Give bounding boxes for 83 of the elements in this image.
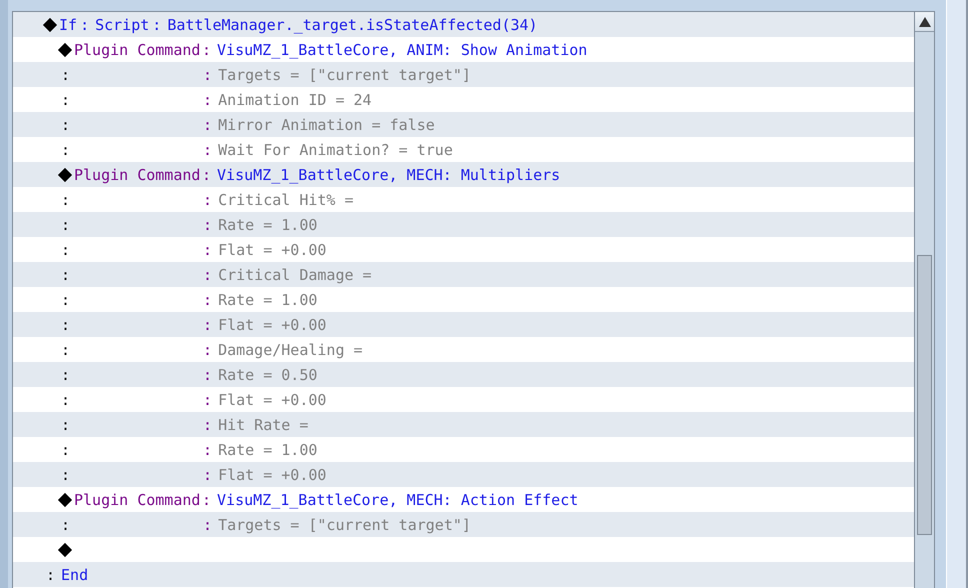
scrollbar-thumb[interactable] — [917, 255, 932, 535]
colon-separator: : — [61, 340, 70, 358]
parameter-text: Flat = +0.00 — [218, 390, 326, 408]
list-row[interactable]: : : Flat = +0.00 — [13, 312, 915, 337]
vertical-scrollbar[interactable] — [914, 11, 935, 588]
list-row[interactable]: If : Script : BattleManager._target.isStateAffected(34) — [13, 12, 915, 37]
list-row[interactable]: : : Mirror Animation = false — [13, 112, 915, 137]
colon-separator: : — [61, 390, 70, 408]
parameter-text: Rate = 1.00 — [218, 216, 318, 234]
colon-separator: : — [203, 516, 212, 534]
command-name: Plugin Command — [74, 490, 200, 508]
colon-separator: : — [46, 566, 56, 584]
colon-separator: : — [61, 240, 70, 258]
up-arrow-icon — [918, 16, 930, 26]
list-row[interactable]: : : Targets = ["current target"] — [13, 512, 915, 537]
colon-separator: : — [203, 390, 212, 408]
colon-separator: : — [202, 490, 212, 508]
colon-separator: : — [203, 116, 212, 134]
colon-separator: : — [203, 316, 212, 334]
list-row[interactable]: : : Critical Damage = — [13, 262, 915, 287]
colon-separator: : — [203, 290, 212, 308]
colon-separator: : — [61, 266, 70, 284]
list-row[interactable]: : : Targets = ["current target"] — [13, 62, 915, 87]
list-row[interactable]: : End — [13, 562, 915, 587]
colon-separator: : — [61, 216, 70, 234]
parameter-text: Hit Rate = — [218, 416, 308, 434]
colon-separator: : — [202, 40, 212, 58]
colon-separator: : — [203, 90, 212, 108]
colon-separator: : — [61, 466, 70, 484]
colon-separator: : — [61, 140, 70, 158]
list-row[interactable]: : : Rate = 0.50 — [13, 362, 915, 387]
parameter-text: Mirror Animation = false — [218, 116, 435, 134]
parameter-text: Targets = ["current target"] — [218, 66, 471, 84]
colon-separator: : — [61, 90, 70, 108]
parameter-text: Rate = 1.00 — [218, 290, 318, 308]
parameter-text: Targets = ["current target"] — [218, 516, 471, 534]
parameter-text: Flat = +0.00 — [218, 316, 326, 334]
condition-label: If — [59, 16, 78, 34]
colon-separator: : — [61, 416, 70, 434]
script-text: BattleManager._target.isStateAffected(34) — [167, 16, 538, 34]
colon-separator: : — [203, 416, 212, 434]
parameter-text: Flat = +0.00 — [218, 240, 326, 258]
list-row[interactable]: : : Hit Rate = — [13, 412, 915, 437]
colon-separator: : — [61, 66, 70, 84]
colon-separator: : — [61, 190, 70, 208]
colon-separator: : — [203, 216, 212, 234]
command-text: VisuMZ_1_BattleCore, MECH: Action Effect — [217, 490, 578, 508]
colon-separator: : — [61, 366, 70, 384]
colon-separator: : — [152, 16, 162, 34]
command-text: VisuMZ_1_BattleCore, ANIM: Show Animation — [217, 40, 588, 58]
colon-separator: : — [203, 266, 212, 284]
parameter-text: Critical Hit% = — [218, 190, 354, 208]
list-row[interactable]: Plugin Command: VisuMZ_1_BattleCore, MECH: Multipliers — [13, 162, 915, 187]
parameter-text: Rate = 0.50 — [218, 366, 318, 384]
parameter-text: Damage/Healing = — [218, 340, 363, 358]
parameter-text: Rate = 1.00 — [218, 440, 318, 458]
colon-separator: : — [61, 116, 70, 134]
colon-separator: : — [202, 166, 212, 184]
parameter-text: Flat = +0.00 — [218, 466, 326, 484]
colon-separator: : — [203, 340, 212, 358]
colon-separator: : — [203, 240, 212, 258]
colon-separator: : — [203, 466, 212, 484]
parameter-text: Animation ID = 24 — [218, 90, 372, 108]
list-row[interactable]: : : Flat = +0.00 — [13, 462, 915, 487]
command-name: Plugin Command — [74, 40, 200, 58]
colon-separator: : — [203, 190, 212, 208]
end-label: End — [61, 566, 88, 584]
colon-separator: : — [61, 290, 70, 308]
colon-separator: : — [203, 366, 212, 384]
colon-separator: : — [203, 66, 212, 84]
colon-separator: : — [61, 440, 70, 458]
command-text: VisuMZ_1_BattleCore, MECH: Multipliers — [217, 166, 560, 184]
scroll-up-button[interactable] — [915, 12, 934, 32]
condition-type: Script — [95, 16, 150, 34]
colon-separator: : — [203, 440, 212, 458]
colon-separator: : — [61, 516, 70, 534]
list-row[interactable]: : : Rate = 1.00 — [13, 212, 915, 237]
parameter-text: Wait For Animation? = true — [218, 140, 453, 158]
colon-separator: : — [80, 16, 90, 34]
command-name: Plugin Command — [74, 166, 200, 184]
parameter-text: Critical Damage = — [218, 266, 372, 284]
colon-separator: : — [203, 140, 212, 158]
colon-separator: : — [61, 316, 70, 334]
